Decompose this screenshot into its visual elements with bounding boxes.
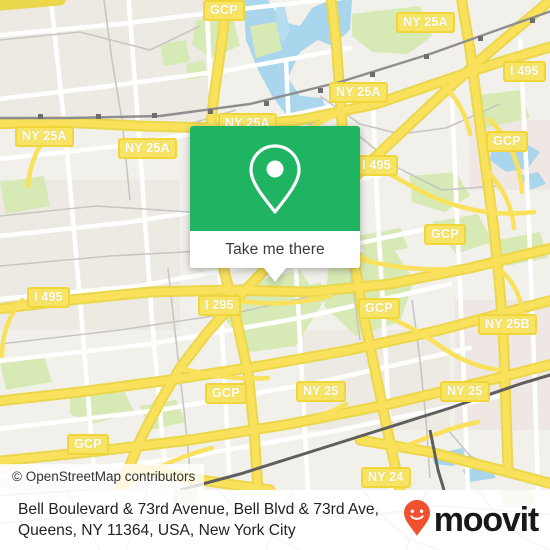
- moovit-map-screenshot: GCP NY 25A I 495 NY 25A NY 25A NY 25A NY 25A GC…: [0, 0, 550, 550]
- popup-body: Take me there: [190, 126, 360, 268]
- road-shield: NY 25B: [478, 314, 537, 335]
- road-shield: GCP: [486, 131, 528, 152]
- moovit-pin-icon: [403, 499, 431, 542]
- road-shield: NY 25: [440, 381, 490, 402]
- moovit-wordmark: moovit: [433, 501, 539, 539]
- road-shield: GCP: [358, 298, 400, 319]
- road-shield: GCP: [67, 434, 109, 455]
- road-shield: I 495: [355, 155, 398, 176]
- popup-header: [190, 126, 360, 231]
- moovit-logo[interactable]: moovit: [403, 499, 539, 542]
- road-shield: NY 25: [296, 381, 346, 402]
- road-shield: GCP: [205, 383, 247, 404]
- road-shield: NY 25A: [396, 12, 455, 33]
- road-shield: GCP: [203, 0, 245, 21]
- map-canvas[interactable]: GCP NY 25A I 495 NY 25A NY 25A NY 25A NY 25A GC…: [0, 0, 550, 490]
- footer-inner: Bell Boulevard & 73rd Avenue, Bell Blvd …: [0, 490, 550, 550]
- road-shield: NY 25A: [118, 138, 177, 159]
- road-shield: NY 25A: [329, 82, 388, 103]
- road-shield: I 495: [27, 287, 70, 308]
- footer-bar: Bell Boulevard & 73rd Avenue, Bell Blvd …: [0, 490, 550, 550]
- map-pin-icon: [246, 142, 304, 216]
- road-shield: NY 25A: [15, 126, 74, 147]
- road-shield: GCP: [424, 224, 466, 245]
- road-shield: NY 24: [361, 467, 411, 488]
- osm-attribution[interactable]: © OpenStreetMap contributors: [0, 464, 205, 490]
- address-text: Bell Boulevard & 73rd Avenue, Bell Blvd …: [18, 501, 379, 539]
- location-popup-card[interactable]: Take me there: [190, 126, 360, 282]
- road-shield: I 295: [198, 295, 241, 316]
- popup-action-row[interactable]: Take me there: [190, 231, 360, 268]
- road-shield: I 495: [503, 61, 546, 82]
- take-me-there-label: Take me there: [225, 240, 325, 258]
- popup-pointer: [264, 268, 286, 282]
